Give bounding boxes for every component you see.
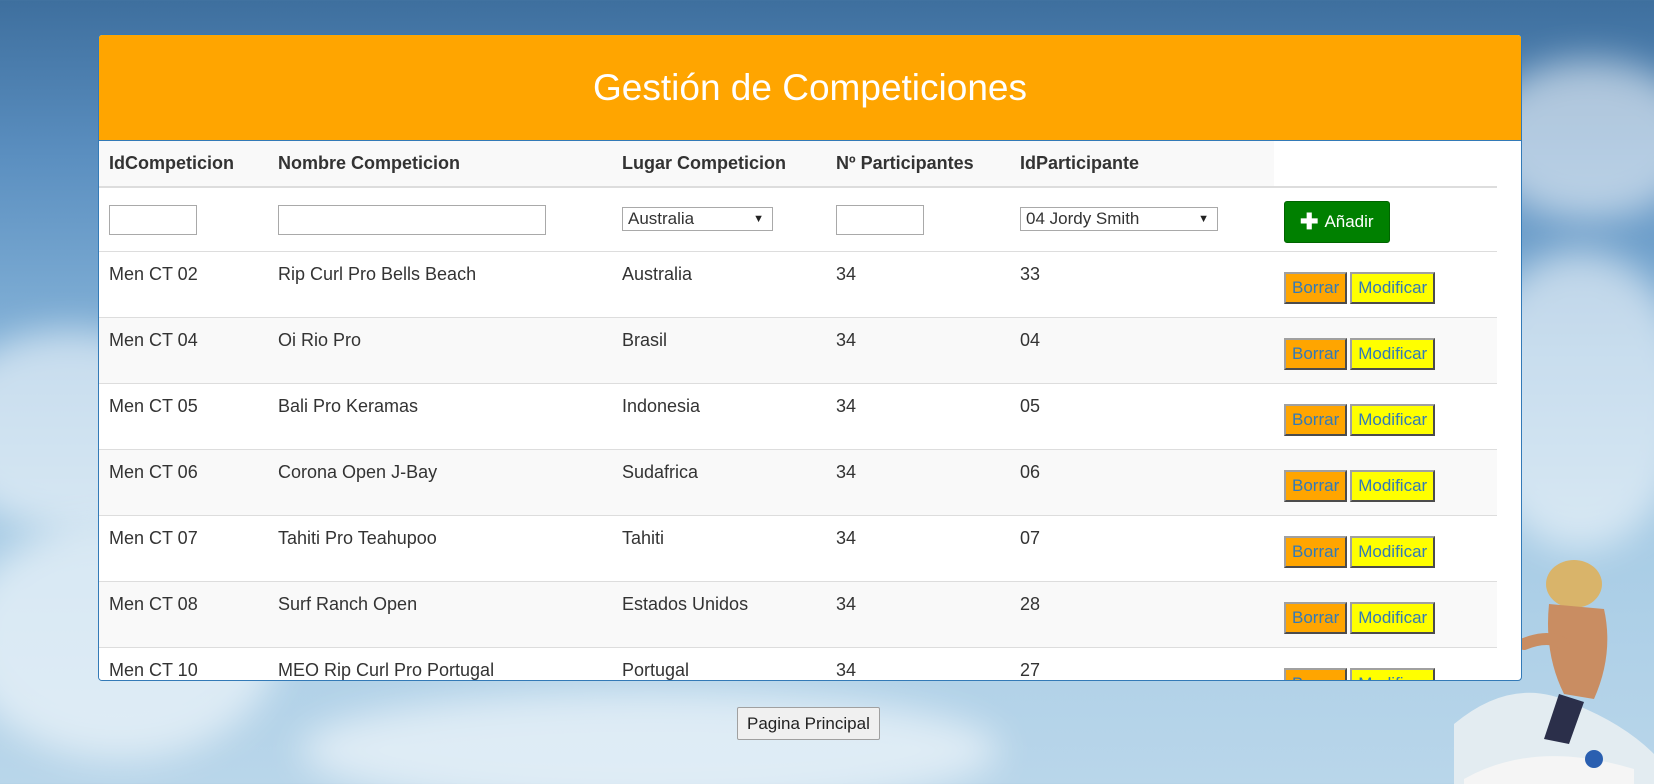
add-form-row: Australia ▼ 04 Jordy Smith ▼ ✚ Añadir [99,187,1497,252]
cell-idparticipante: 33 [1010,251,1274,318]
cell-id: Men CT 06 [99,449,268,516]
cell-nombre: Tahiti Pro Teahupoo [268,515,612,582]
add-button[interactable]: ✚ Añadir [1284,200,1390,243]
id-input[interactable] [109,204,197,235]
cell-nombre: MEO Rip Curl Pro Portugal [268,647,612,680]
cell-nombre: Surf Ranch Open [268,581,612,648]
dropdown-arrow-icon: ▼ [753,213,764,225]
modificar-button[interactable]: Modificar [1350,601,1436,634]
participantes-input[interactable] [836,204,924,235]
nombre-input[interactable] [278,204,546,235]
borrar-button[interactable]: Borrar [1284,469,1348,502]
cell-participantes: 34 [826,449,1010,516]
cell-actions: BorrarModificar [1274,251,1497,318]
cell-actions: BorrarModificar [1274,449,1497,516]
competitions-panel: Gestión de Competiciones IdCompeticion N… [98,34,1522,681]
borrar-button[interactable]: Borrar [1284,667,1348,680]
page-title: Gestión de Competiciones [593,66,1027,108]
cell-actions: BorrarModificar [1274,515,1497,582]
pagina-principal-button[interactable]: Pagina Principal [737,707,880,740]
borrar-button[interactable]: Borrar [1284,271,1348,304]
cell-participantes: 34 [826,317,1010,384]
cell-actions: BorrarModificar [1274,317,1497,384]
cell-id: Men CT 04 [99,317,268,384]
cell-nombre: Bali Pro Keramas [268,383,612,450]
participante-select[interactable]: 04 Jordy Smith ▼ [1020,207,1218,231]
cell-lugar: Indonesia [612,383,826,450]
table-row: Men CT 07 Tahiti Pro Teahupoo Tahiti 34 07 Bo… [99,515,1497,582]
cell-lugar: Portugal [612,647,826,680]
cell-id: Men CT 05 [99,383,268,450]
header-nombre: Nombre Competicion [268,141,612,188]
participante-select-value: 04 Jordy Smith [1026,209,1140,228]
cell-participantes: 34 [826,581,1010,648]
cell-lugar: Sudafrica [612,449,826,516]
cell-idparticipante: 07 [1010,515,1274,582]
cell-participantes: 34 [826,647,1010,680]
panel-header: Gestión de Competiciones [99,35,1521,141]
modificar-button[interactable]: Modificar [1350,469,1436,502]
modificar-button[interactable]: Modificar [1350,337,1436,370]
header-lugar: Lugar Competicion [612,141,826,188]
cell-id: Men CT 02 [99,251,268,318]
borrar-button[interactable]: Borrar [1284,535,1348,568]
cell-lugar: Tahiti [612,515,826,582]
table-row: Men CT 06 Corona Open J-Bay Sudafrica 34 06 B… [99,449,1497,516]
modificar-button[interactable]: Modificar [1350,667,1436,680]
cell-id: Men CT 10 [99,647,268,680]
modificar-button[interactable]: Modificar [1350,535,1436,568]
dropdown-arrow-icon: ▼ [1198,213,1209,225]
header-participantes: Nº Participantes [826,141,1010,188]
header-idparticipante: IdParticipante [1010,141,1274,188]
lugar-select[interactable]: Australia ▼ [622,207,773,231]
cell-actions: BorrarModificar [1274,383,1497,450]
cell-lugar: Estados Unidos [612,581,826,648]
plus-icon: ✚ [1300,208,1319,234]
cell-idparticipante: 28 [1010,581,1274,648]
cell-participantes: 34 [826,251,1010,318]
header-idcompeticion: IdCompeticion [99,141,268,188]
borrar-button[interactable]: Borrar [1284,337,1348,370]
modificar-button[interactable]: Modificar [1350,271,1436,304]
cell-actions: BorrarModificar [1274,647,1497,680]
cell-lugar: Brasil [612,317,826,384]
cell-idparticipante: 04 [1010,317,1274,384]
borrar-button[interactable]: Borrar [1284,403,1348,436]
cell-lugar: Australia [612,251,826,318]
table-row: Men CT 02 Rip Curl Pro Bells Beach Austral… [99,251,1497,318]
competitions-table: IdCompeticion Nombre Competicion Lugar C… [99,141,1497,680]
cell-id: Men CT 07 [99,515,268,582]
cell-participantes: 34 [826,383,1010,450]
cell-id: Men CT 08 [99,581,268,648]
background-cloud [300,690,1000,784]
cell-participantes: 34 [826,515,1010,582]
cell-idparticipante: 06 [1010,449,1274,516]
cell-nombre: Oi Rio Pro [268,317,612,384]
lugar-select-value: Australia [628,209,695,228]
table-row: Men CT 04 Oi Rio Pro Brasil 34 04 Borrar Modif… [99,317,1497,384]
borrar-button[interactable]: Borrar [1284,601,1348,634]
table-header-row: IdCompeticion Nombre Competicion Lugar C… [99,141,1497,188]
add-button-label: Añadir [1324,211,1374,231]
table-row: Men CT 08 Surf Ranch Open Estados Unidos 34… [99,581,1497,648]
table-row: Men CT 05 Bali Pro Keramas Indonesia 34 05 Bo… [99,383,1497,450]
cell-nombre: Rip Curl Pro Bells Beach [268,251,612,318]
table-row: Men CT 10 MEO Rip Curl Pro Portugal Portug… [99,647,1497,680]
cell-idparticipante: 27 [1010,647,1274,680]
header-actions [1274,141,1497,188]
cell-actions: BorrarModificar [1274,581,1497,648]
cell-idparticipante: 05 [1010,383,1274,450]
modificar-button[interactable]: Modificar [1350,403,1436,436]
cell-nombre: Corona Open J-Bay [268,449,612,516]
